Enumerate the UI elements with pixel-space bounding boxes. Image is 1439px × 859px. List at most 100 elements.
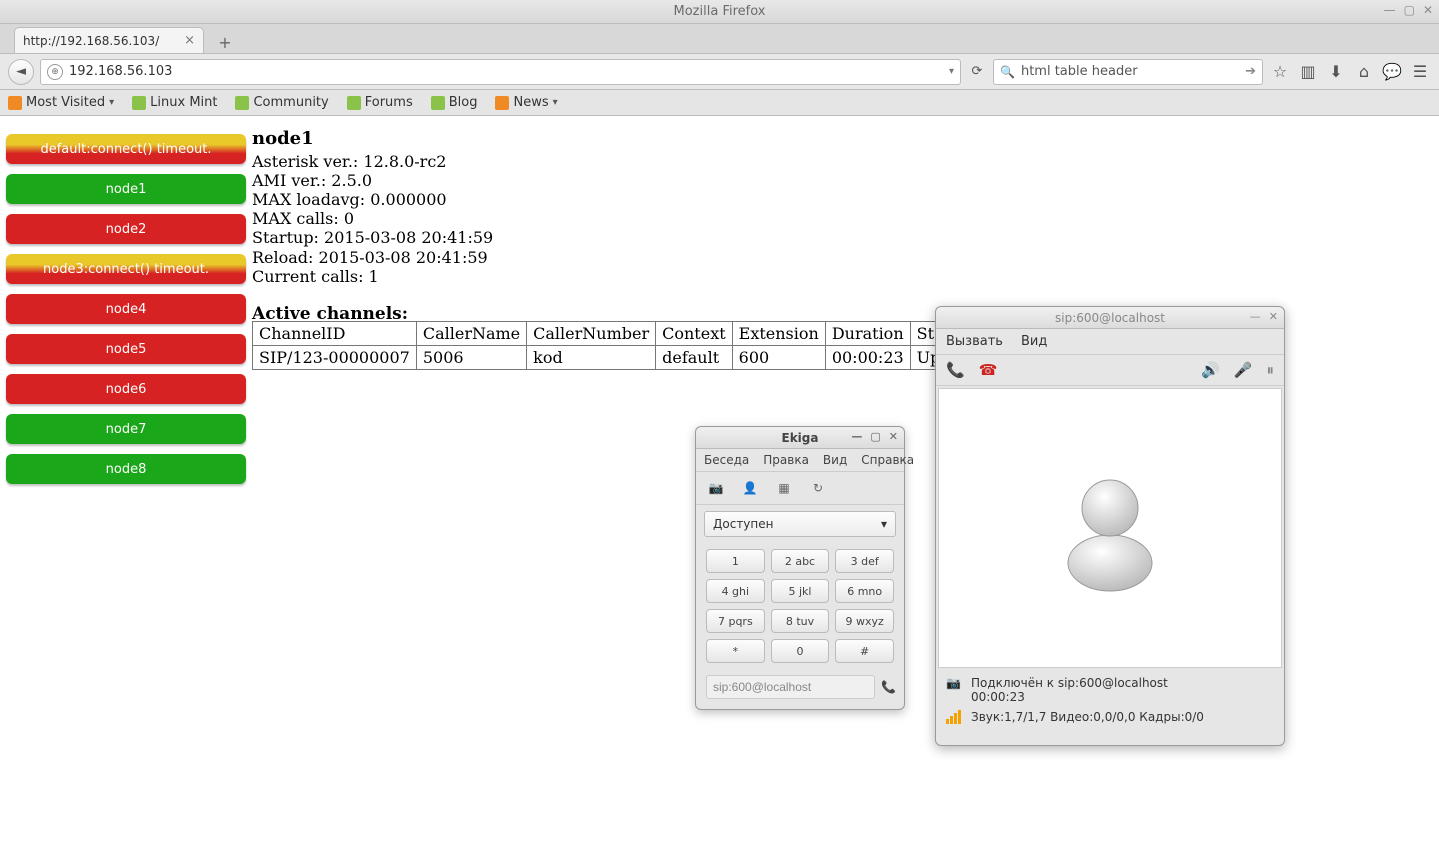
hangup-icon[interactable]: ☎	[979, 361, 998, 379]
navigation-toolbar: ◄ ⊕ 192.168.56.103 ▾ ⟳ 🔍 html table head…	[0, 54, 1439, 90]
call-window[interactable]: sip:600@localhost — ✕ Вызвать Вид 📞 ☎ 🔊 🎤…	[935, 306, 1285, 746]
bookmark-label: Most Visited	[26, 95, 105, 110]
call-stats-text: Звук:1,7/1,7 Видео:0,0/0,0 Кадры:0/0	[971, 710, 1204, 724]
ekiga-menu-item[interactable]: Вид	[823, 453, 847, 467]
table-header-cell: Extension	[732, 322, 825, 346]
bookmark-icon	[431, 96, 445, 110]
table-cell: 600	[732, 346, 825, 370]
answer-icon[interactable]: 📞	[946, 361, 965, 379]
call-stats: Звук:1,7/1,7 Видео:0,0/0,0 Кадры:0/0	[936, 706, 1284, 732]
search-go-icon[interactable]: ➔	[1245, 64, 1256, 79]
downloads-icon[interactable]: ⬇	[1325, 62, 1347, 81]
ekiga-titlebar[interactable]: Ekiga — ▢ ✕	[696, 427, 904, 449]
ekiga-close-button[interactable]: ✕	[889, 430, 898, 443]
ekiga-menu-item[interactable]: Справка	[861, 453, 914, 467]
dialpad-icon[interactable]: ▦	[774, 478, 794, 498]
dial-key[interactable]: 6 mno	[835, 579, 894, 603]
bookmark-item[interactable]: Most Visited ▾	[8, 95, 114, 110]
search-text: html table header	[1021, 64, 1239, 79]
menu-icon[interactable]: ☰	[1409, 62, 1431, 81]
reload-time: Reload: 2015-03-08 20:41:59	[252, 248, 493, 267]
bookmark-item[interactable]: Blog	[431, 95, 478, 110]
dial-key[interactable]: *	[706, 639, 765, 663]
bookmark-star-icon[interactable]: ☆	[1269, 62, 1291, 81]
dial-key[interactable]: 3 def	[835, 549, 894, 573]
back-button[interactable]: ◄	[8, 59, 34, 85]
call-titlebar[interactable]: sip:600@localhost — ✕	[936, 307, 1284, 329]
node-button[interactable]: node1	[6, 174, 246, 204]
bookmark-item[interactable]: Community	[235, 95, 328, 110]
ami-version: AMI ver.: 2.5.0	[252, 171, 493, 190]
call-minimize-button[interactable]: —	[1250, 310, 1261, 323]
speaker-icon[interactable]: 🔊	[1201, 361, 1220, 379]
home-icon[interactable]: ⌂	[1353, 62, 1375, 81]
window-title: Mozilla Firefox	[674, 4, 766, 19]
webcam-icon: 📷	[946, 676, 961, 690]
browser-tab[interactable]: http://192.168.56.103/ ×	[14, 27, 204, 53]
window-close-button[interactable]: ✕	[1423, 3, 1433, 17]
dial-key[interactable]: 4 ghi	[706, 579, 765, 603]
chevron-down-icon: ▾	[109, 97, 114, 108]
table-cell: default	[656, 346, 733, 370]
new-tab-button[interactable]: +	[212, 31, 238, 53]
contact-icon[interactable]: 👤	[740, 478, 760, 498]
history-icon[interactable]: ↻	[808, 478, 828, 498]
bookmark-icon	[495, 96, 509, 110]
node-button[interactable]: node2	[6, 214, 246, 244]
node-button[interactable]: node5	[6, 334, 246, 364]
dial-key[interactable]: 7 pqrs	[706, 609, 765, 633]
bookmark-icon	[132, 96, 146, 110]
dial-key[interactable]: 8 tuv	[771, 609, 830, 633]
search-bar[interactable]: 🔍 html table header ➔	[993, 59, 1263, 85]
call-menu-item[interactable]: Вызвать	[946, 334, 1003, 349]
node-button[interactable]: node7	[6, 414, 246, 444]
call-close-button[interactable]: ✕	[1269, 310, 1278, 323]
bookmark-icon	[8, 96, 22, 110]
dial-key[interactable]: 0	[771, 639, 830, 663]
bookmark-item[interactable]: Forums	[347, 95, 413, 110]
table-cell: SIP/123-00000007	[253, 346, 417, 370]
table-header-cell: CallerNumber	[527, 322, 656, 346]
pause-icon[interactable]: ⏸	[1266, 361, 1274, 379]
url-bar[interactable]: ⊕ 192.168.56.103 ▾	[40, 59, 961, 85]
asterisk-version: Asterisk ver.: 12.8.0-rc2	[252, 152, 493, 171]
library-icon[interactable]: ▥	[1297, 62, 1319, 81]
call-icon[interactable]: 📞	[881, 676, 896, 698]
chat-icon[interactable]: 💬	[1381, 62, 1403, 81]
dial-key[interactable]: 9 wxyz	[835, 609, 894, 633]
bookmark-item[interactable]: News▾	[495, 95, 557, 110]
presence-dropdown[interactable]: Доступен ▾	[704, 511, 896, 537]
dial-key[interactable]: #	[835, 639, 894, 663]
max-loadavg: MAX loadavg: 0.000000	[252, 190, 493, 209]
mic-icon[interactable]: 🎤	[1234, 361, 1253, 379]
reload-button[interactable]: ⟳	[967, 64, 987, 79]
bookmark-label: Community	[253, 95, 328, 110]
firefox-window-titlebar: Mozilla Firefox — ▢ ✕	[0, 0, 1439, 24]
dial-key[interactable]: 2 abc	[771, 549, 830, 573]
window-minimize-button[interactable]: —	[1384, 3, 1396, 17]
dial-key[interactable]: 1	[706, 549, 765, 573]
ekiga-maximize-button[interactable]: ▢	[870, 430, 880, 443]
tab-close-icon[interactable]: ×	[184, 33, 195, 48]
node-button[interactable]: node8	[6, 454, 246, 484]
sip-address-input[interactable]	[706, 675, 875, 699]
ekiga-menu-item[interactable]: Правка	[763, 453, 809, 467]
sip-row: 📞	[696, 669, 904, 709]
bookmark-item[interactable]: Linux Mint	[132, 95, 217, 110]
call-menu-item[interactable]: Вид	[1021, 334, 1047, 349]
table-cell: 00:00:23	[825, 346, 910, 370]
node-button[interactable]: default:connect() timeout.	[6, 134, 246, 164]
dial-key[interactable]: 5 jkl	[771, 579, 830, 603]
search-icon: 🔍	[1000, 65, 1015, 79]
ekiga-minimize-button[interactable]: —	[851, 430, 862, 443]
ekiga-window[interactable]: Ekiga — ▢ ✕ БеседаПравкаВидСправка 📷 👤 ▦…	[695, 426, 905, 710]
tab-title: http://192.168.56.103/	[23, 34, 159, 48]
camera-icon[interactable]: 📷	[706, 478, 726, 498]
node-button[interactable]: node3:connect() timeout.	[6, 254, 246, 284]
url-dropdown-icon[interactable]: ▾	[949, 66, 954, 77]
ekiga-menu-item[interactable]: Беседа	[704, 453, 749, 467]
window-controls: — ▢ ✕	[1384, 3, 1433, 17]
node-button[interactable]: node4	[6, 294, 246, 324]
node-button[interactable]: node6	[6, 374, 246, 404]
window-maximize-button[interactable]: ▢	[1404, 3, 1415, 17]
